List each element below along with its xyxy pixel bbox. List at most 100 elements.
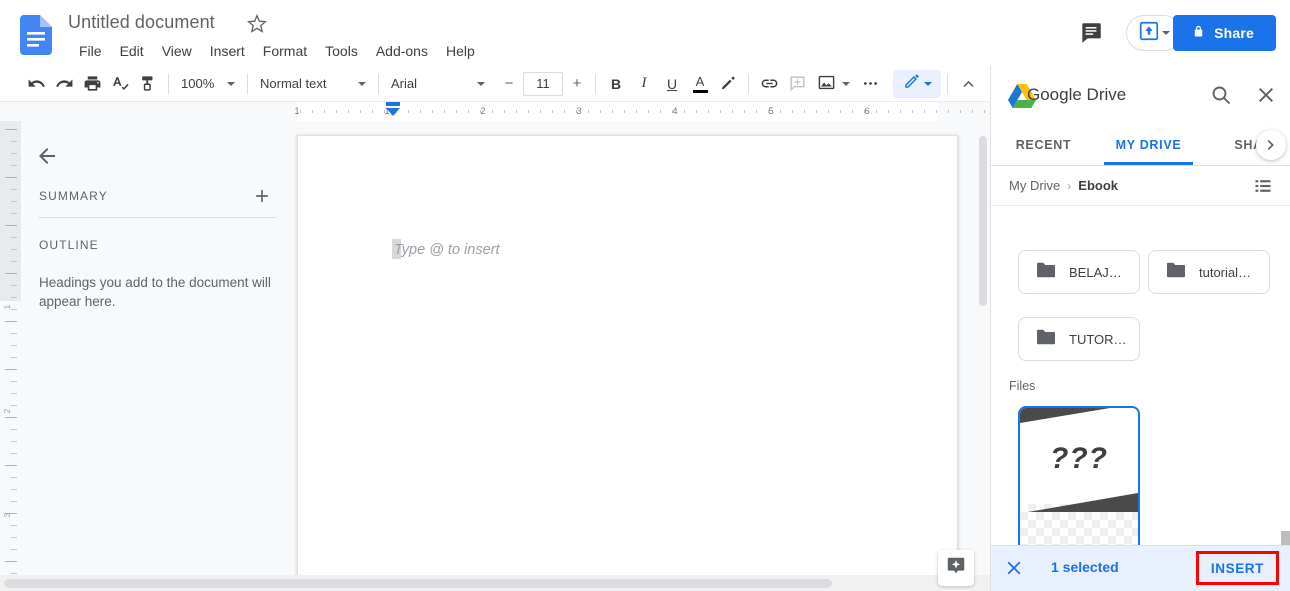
folder-icon	[1035, 261, 1057, 284]
summary-section-label: SUMMARY	[39, 189, 108, 203]
ruler-tick	[11, 405, 17, 406]
menu-item-help[interactable]: Help	[437, 40, 484, 62]
comment-history-icon[interactable]	[1078, 20, 1104, 46]
ruler-tick	[5, 321, 17, 322]
paint-format-icon[interactable]	[134, 70, 162, 98]
breadcrumb-item-ebook[interactable]: Ebook	[1078, 178, 1118, 193]
tab-my-drive[interactable]: MY DRIVE	[1096, 124, 1201, 165]
document-horizontal-scrollbar-thumb[interactable]	[4, 579, 832, 588]
ruler-tick	[11, 549, 17, 550]
drive-panel-header: Google Drive	[991, 66, 1290, 124]
search-icon[interactable]	[1209, 83, 1233, 107]
font-family-value: Arial	[391, 76, 418, 91]
italic-button[interactable]: I	[630, 70, 658, 98]
ruler-tick	[576, 110, 577, 113]
outline-empty-text: Headings you add to the document will ap…	[39, 275, 271, 309]
ruler-tick	[984, 110, 985, 113]
bold-button[interactable]: B	[602, 70, 630, 98]
chevron-down-icon	[842, 81, 850, 86]
ruler-tick	[11, 189, 17, 190]
ruler-tick	[600, 110, 601, 113]
explore-button[interactable]	[938, 550, 974, 586]
menu-item-insert[interactable]: Insert	[201, 40, 254, 62]
document-placeholder: Type @ to insert	[394, 242, 500, 258]
insert-link-icon[interactable]	[755, 70, 783, 98]
text-color-button[interactable]: A	[686, 70, 714, 98]
folder-item[interactable]: tutorial…	[1148, 250, 1270, 294]
chevron-right-icon[interactable]	[1256, 130, 1286, 160]
star-outline-icon[interactable]	[247, 13, 267, 34]
horizontal-ruler[interactable]: 1123456	[0, 102, 990, 121]
collapse-toolbar-button[interactable]	[954, 70, 982, 98]
menu-item-edit[interactable]: Edit	[111, 40, 153, 62]
plus-icon[interactable]	[252, 186, 272, 206]
zoom-dropdown[interactable]: 100%	[175, 71, 241, 97]
text-color-swatch	[692, 89, 708, 93]
folder-item[interactable]: TUTOR…	[1018, 317, 1140, 361]
ruler-number: 2	[3, 408, 12, 414]
ruler-tick	[5, 417, 17, 418]
list-view-icon[interactable]	[1253, 176, 1273, 196]
menu-item-tools[interactable]: Tools	[316, 40, 367, 62]
font-size-decrease-button[interactable]: −	[497, 72, 521, 96]
page-title[interactable]: Untitled document	[68, 10, 215, 34]
ruler-tick	[660, 110, 661, 113]
back-arrow-icon[interactable]	[35, 144, 59, 168]
spellcheck-icon[interactable]	[106, 70, 134, 98]
ruler-tick	[384, 110, 385, 113]
ruler-tick	[852, 110, 853, 113]
file-card[interactable]: ??? unknow…	[1018, 406, 1140, 551]
breadcrumb-item-my-drive[interactable]: My Drive	[1009, 178, 1060, 193]
more-options-icon[interactable]	[856, 70, 884, 98]
document-horizontal-scrollbar-track[interactable]	[0, 575, 990, 591]
drive-panel-scrollbar-track[interactable]	[1281, 366, 1290, 551]
close-icon[interactable]	[1254, 83, 1278, 107]
paragraph-style-value: Normal text	[260, 76, 327, 91]
ruler-tick	[5, 273, 17, 274]
thumbnail-corner-top	[1020, 408, 1138, 424]
ruler-tick	[768, 110, 769, 113]
document-vertical-scrollbar[interactable]	[979, 136, 987, 306]
google-drive-panel: Google Drive RECENT MY DRIVE SHAR My Dri…	[990, 66, 1290, 591]
ruler-tick	[444, 110, 445, 113]
ruler-tick	[624, 110, 625, 113]
ruler-tick	[11, 537, 17, 538]
menu-item-view[interactable]: View	[153, 40, 201, 62]
redo-icon[interactable]	[50, 70, 78, 98]
ruler-tick	[11, 453, 17, 454]
editing-mode-button[interactable]	[893, 69, 941, 98]
font-size-input[interactable]: 11	[523, 71, 563, 96]
clear-selection-close-icon[interactable]	[1003, 557, 1025, 579]
indent-marker-icon[interactable]	[386, 108, 400, 116]
document-page[interactable]: Type @ to insert	[297, 135, 958, 575]
menu-item-format[interactable]: Format	[254, 40, 316, 62]
paragraph-style-dropdown[interactable]: Normal text	[254, 71, 372, 97]
print-icon[interactable]	[78, 70, 106, 98]
add-comment-icon[interactable]	[783, 70, 811, 98]
ruler-tick	[11, 213, 17, 214]
underline-button[interactable]: U	[658, 70, 686, 98]
ruler-tick	[348, 110, 349, 113]
ruler-tick	[456, 110, 457, 113]
font-size-stepper: − 11 +	[497, 71, 589, 96]
ruler-tick	[960, 110, 961, 113]
insert-button[interactable]: INSERT	[1195, 551, 1279, 585]
undo-icon[interactable]	[22, 70, 50, 98]
toolbar-divider	[378, 73, 379, 94]
menu-item-addons[interactable]: Add-ons	[367, 40, 437, 62]
ruler-tick	[528, 110, 529, 113]
share-button[interactable]: Share	[1173, 15, 1276, 51]
folder-item[interactable]: BELAJ…	[1018, 250, 1140, 294]
google-docs-logo[interactable]	[20, 15, 52, 55]
menu-item-file[interactable]: File	[70, 40, 111, 62]
font-family-dropdown[interactable]: Arial	[385, 71, 491, 97]
ruler-number: 3	[3, 512, 12, 518]
ruler-tick	[11, 165, 17, 166]
vertical-ruler[interactable]: 1 2 3	[0, 121, 21, 575]
insert-image-dropdown[interactable]	[811, 71, 856, 97]
ruler-tick	[11, 261, 17, 262]
highlight-pen-icon[interactable]	[714, 70, 742, 98]
tab-recent[interactable]: RECENT	[991, 124, 1096, 165]
font-size-increase-button[interactable]: +	[565, 72, 589, 96]
ruler-tick	[11, 237, 17, 238]
